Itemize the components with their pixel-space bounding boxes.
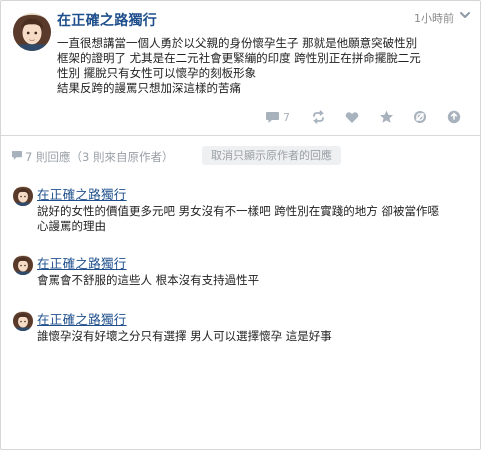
avatar[interactable] bbox=[13, 255, 33, 275]
block-button[interactable] bbox=[413, 109, 427, 125]
comment-item: 在正確之路獨行 誰懷孕沒有好壞之分只有選擇 男人可以選擇懷孕 這是好事 bbox=[1, 309, 480, 343]
like-button[interactable] bbox=[345, 109, 359, 125]
avatar-image bbox=[13, 13, 51, 51]
avatar[interactable] bbox=[13, 311, 33, 331]
comment-author-link[interactable]: 在正確之路獨行 bbox=[37, 309, 127, 328]
comment-count-button[interactable]: 7 bbox=[265, 109, 290, 125]
avatar-image bbox=[13, 255, 33, 275]
share-button[interactable] bbox=[447, 109, 461, 125]
repost-icon bbox=[313, 110, 324, 124]
post-line: 一直很想講當一個人勇於以父親的身份懷孕生子 那就是他願意突破性別 bbox=[57, 36, 418, 50]
chevron-down-icon[interactable] bbox=[459, 9, 471, 21]
heart-icon bbox=[345, 111, 359, 123]
post-line: 框架的證明了 尤其是在二元社會更緊繃的印度 跨性別正在拼命擺脫二元 bbox=[57, 51, 421, 65]
comment-count: 7 bbox=[283, 110, 290, 124]
comments-count-text: 7 則回應（3 則來自原作者） bbox=[25, 150, 174, 164]
share-icon bbox=[447, 110, 461, 124]
comment-text: 說好的女性的價值更多元吧 男女沒有不一樣吧 跨性別在實踐的地方 卻被當作噁 心謾… bbox=[37, 204, 465, 234]
comment-text: 誰懷孕沒有好壞之分只有選擇 男人可以選擇懷孕 這是好事 bbox=[37, 329, 465, 344]
avatar[interactable] bbox=[13, 13, 51, 51]
star-icon bbox=[380, 110, 393, 123]
comment-item: 在正確之路獨行 會罵會不舒服的這些人 根本沒有支持過性平 bbox=[1, 253, 480, 287]
comment-icon bbox=[12, 151, 22, 160]
comment-item: 在正確之路獨行 說好的女性的價值更多元吧 男女沒有不一樣吧 跨性別在實踐的地方 … bbox=[1, 184, 480, 234]
post-line: 結果反跨的謾罵只想加深這樣的苦痛 bbox=[57, 81, 241, 95]
comment-line: 說好的女性的價值更多元吧 男女沒有不一樣吧 跨性別在實踐的地方 卻被當作噁 bbox=[37, 204, 439, 218]
avatar-image bbox=[13, 311, 33, 331]
comment-line: 心謾罵的理由 bbox=[37, 219, 106, 233]
repost-button[interactable] bbox=[311, 109, 326, 125]
comments-header: 7 則回應（3 則來自原作者） 取消只顯示原作者的回應 bbox=[1, 146, 480, 166]
post-content: 一直很想講當一個人勇於以父親的身份懷孕生子 那就是他願意突破性別 框架的證明了 … bbox=[57, 36, 471, 96]
block-icon bbox=[414, 111, 426, 123]
comment-icon bbox=[266, 111, 279, 123]
post-line: 性別 擺脫只有女性可以懷孕的刻板形象 bbox=[57, 66, 257, 80]
favorite-button[interactable] bbox=[379, 109, 394, 125]
avatar[interactable] bbox=[13, 186, 33, 206]
comment-line: 誰懷孕沒有好壞之分只有選擇 男人可以選擇懷孕 這是好事 bbox=[37, 329, 332, 343]
comment-line: 會罵會不舒服的這些人 根本沒有支持過性平 bbox=[37, 273, 260, 287]
comment-author-link[interactable]: 在正確之路獨行 bbox=[37, 253, 127, 272]
comment-text: 會罵會不舒服的這些人 根本沒有支持過性平 bbox=[37, 273, 465, 288]
avatar-image bbox=[13, 186, 33, 206]
post-author-link[interactable]: 在正確之路獨行 bbox=[57, 10, 157, 30]
post: 在正確之路獨行 1小時前 一直很想講當一個人勇於以父親的身份懷孕生子 那就是他願… bbox=[1, 1, 480, 136]
plurk-window: 在正確之路獨行 1小時前 一直很想講當一個人勇於以父親的身份懷孕生子 那就是他願… bbox=[0, 0, 481, 450]
post-timestamp: 1小時前 bbox=[414, 12, 454, 25]
author-only-filter-button[interactable]: 取消只顯示原作者的回應 bbox=[202, 146, 341, 165]
comment-author-link[interactable]: 在正確之路獨行 bbox=[37, 184, 127, 203]
